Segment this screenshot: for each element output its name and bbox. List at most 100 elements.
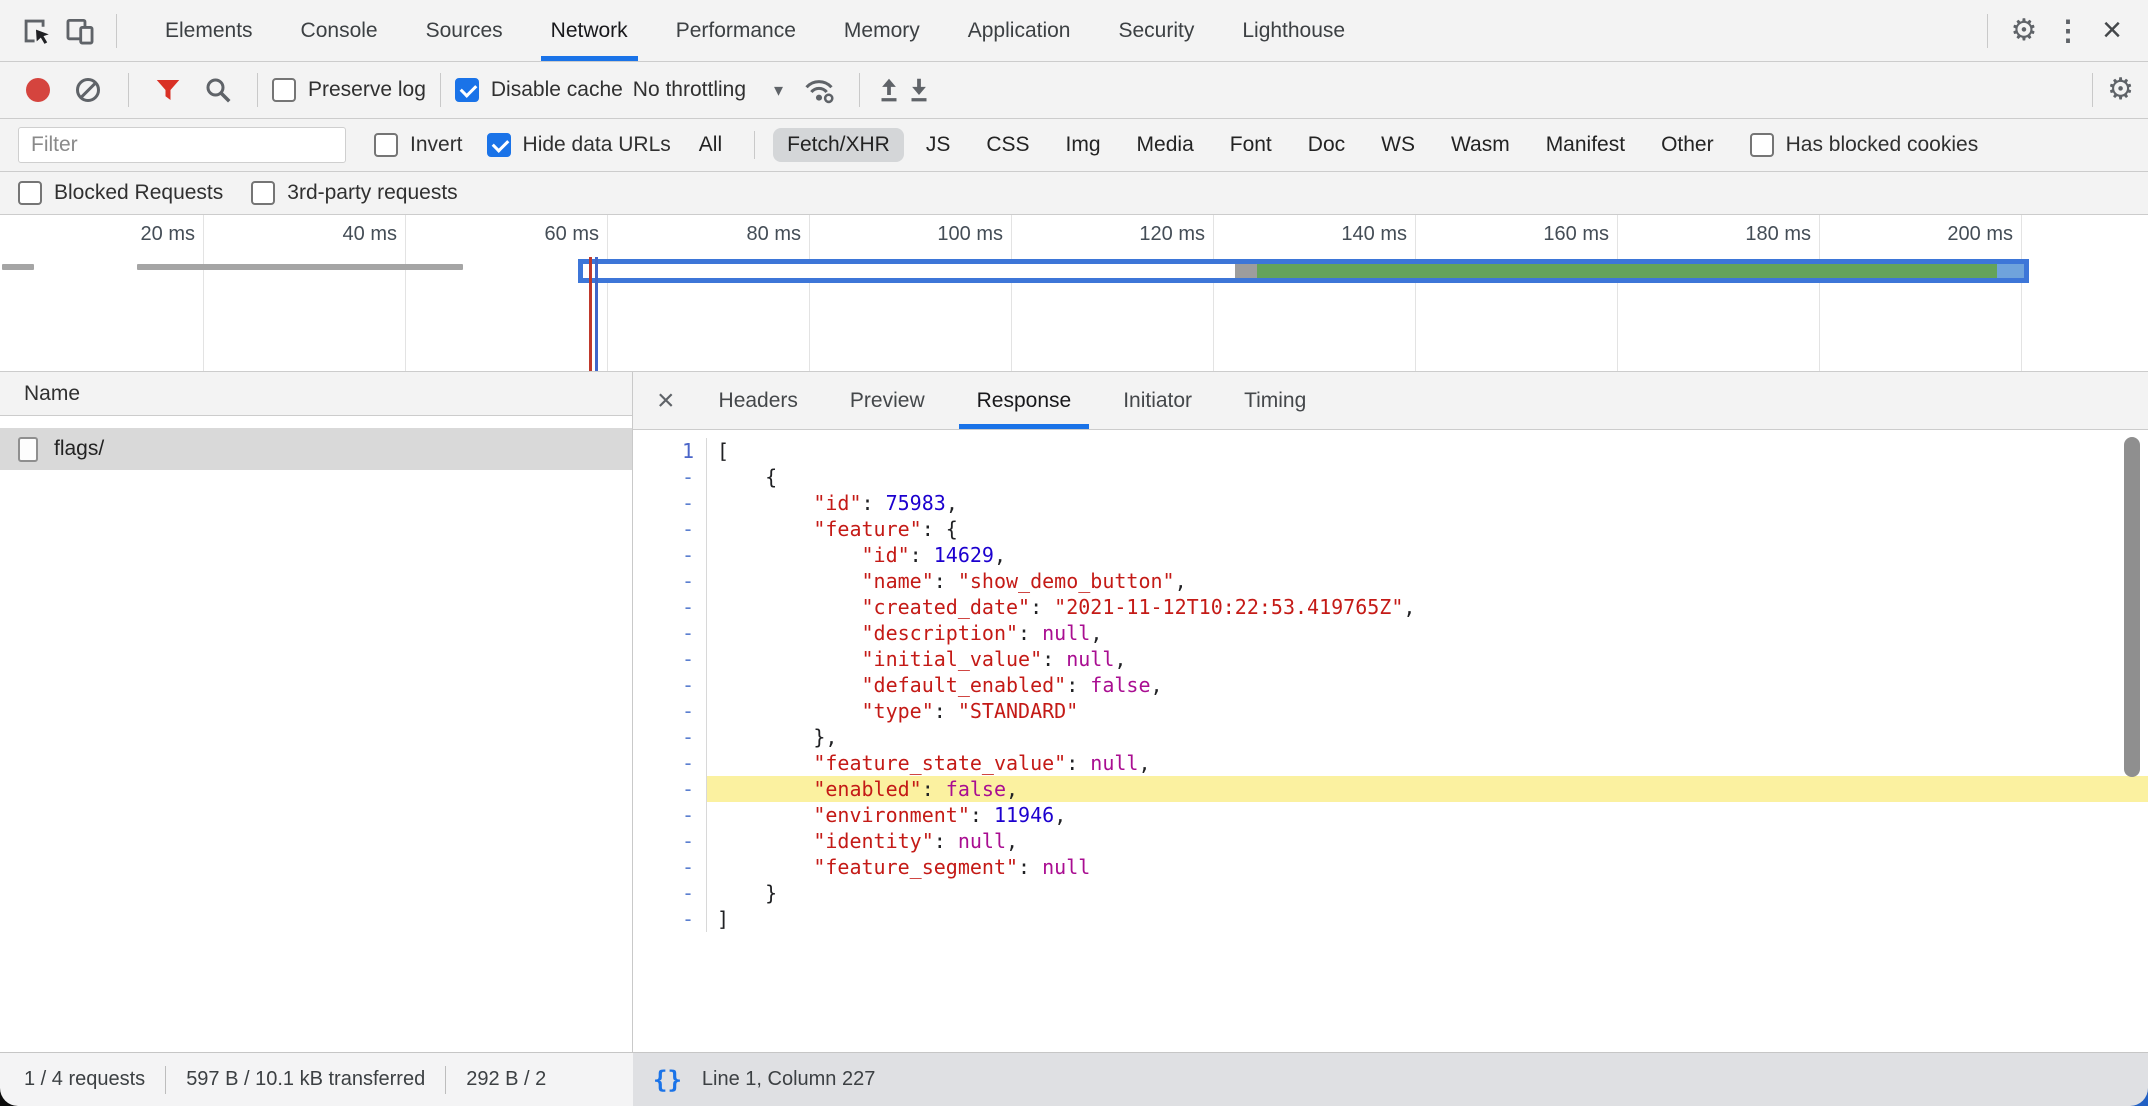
import-har-icon[interactable] (874, 75, 904, 105)
detail-tab-response[interactable]: Response (951, 372, 1098, 429)
network-settings-gear-icon[interactable]: ⚙︎ (2107, 75, 2134, 105)
throttling-value: No throttling (633, 78, 746, 102)
type-filter-all[interactable]: All (685, 128, 736, 162)
close-details-icon[interactable]: × (639, 384, 693, 418)
type-filter-doc[interactable]: Doc (1294, 128, 1359, 162)
hide-data-urls-checkbox[interactable] (487, 133, 511, 157)
type-filter-wasm[interactable]: Wasm (1437, 128, 1524, 162)
request-overview-bar[interactable] (137, 264, 463, 270)
third-party-checkbox[interactable] (251, 181, 275, 205)
code-text: "environment": 11946, (707, 802, 2148, 828)
code-text: [ (707, 438, 2148, 464)
ruler-gridline (1011, 215, 1012, 371)
chevron-down-icon: ▾ (774, 80, 783, 101)
code-line: - "description": null, (633, 620, 2148, 646)
code-text: "name": "show_demo_button", (707, 568, 2148, 594)
type-filter-css[interactable]: CSS (972, 128, 1043, 162)
type-filter-media[interactable]: Media (1123, 128, 1208, 162)
preserve-log-checkbox[interactable] (272, 78, 296, 102)
tab-elements[interactable]: Elements (141, 0, 277, 61)
has-blocked-cookies-checkbox[interactable] (1750, 133, 1774, 157)
export-har-icon[interactable] (904, 75, 934, 105)
code-text: { (707, 464, 2148, 490)
code-text: "type": "STANDARD" (707, 698, 2148, 724)
request-row-flags[interactable]: flags/ (0, 428, 632, 470)
selected-request-waterfall-bar[interactable] (578, 259, 2029, 283)
code-line: - }, (633, 724, 2148, 750)
close-devtools-icon[interactable]: × (2090, 9, 2134, 53)
type-filter-font[interactable]: Font (1216, 128, 1286, 162)
tab-security[interactable]: Security (1094, 0, 1218, 61)
ruler-gridline (1415, 215, 1416, 371)
filter-input[interactable] (18, 127, 346, 163)
disable-cache-checkbox[interactable] (455, 78, 479, 102)
tab-performance[interactable]: Performance (652, 0, 820, 61)
code-line: - "name": "show_demo_button", (633, 568, 2148, 594)
type-filter-manifest[interactable]: Manifest (1532, 128, 1639, 162)
tab-memory[interactable]: Memory (820, 0, 944, 61)
main-tabbar: ElementsConsoleSourcesNetworkPerformance… (0, 0, 2148, 62)
search-icon[interactable] (193, 75, 243, 105)
ruler-gridline (2021, 215, 2022, 371)
network-conditions-icon[interactable] (793, 73, 845, 107)
blocked-requests-checkbox[interactable] (18, 181, 42, 205)
type-filter-fetch-xhr[interactable]: Fetch/XHR (773, 128, 904, 162)
cursor-position: Line 1, Column 227 (702, 1068, 875, 1091)
inspect-element-icon[interactable] (14, 9, 58, 53)
throttling-select[interactable]: No throttling ▾ (633, 78, 783, 102)
invert-checkbox[interactable] (374, 133, 398, 157)
fold-marker: - (633, 594, 707, 620)
more-options-icon[interactable]: ⋮ (2046, 9, 2090, 53)
tab-sources[interactable]: Sources (402, 0, 527, 61)
code-text: "feature_segment": null (707, 854, 2148, 880)
name-column-header[interactable]: Name (0, 372, 632, 416)
detail-tab-preview[interactable]: Preview (824, 372, 951, 429)
code-text: ] (707, 906, 2148, 932)
type-filter-ws[interactable]: WS (1367, 128, 1429, 162)
fold-marker: - (633, 620, 707, 646)
tab-application[interactable]: Application (944, 0, 1095, 61)
detail-tabbar: × HeadersPreviewResponseInitiatorTiming (633, 372, 2148, 430)
code-text: "initial_value": null, (707, 646, 2148, 672)
type-filter-img[interactable]: Img (1052, 128, 1115, 162)
timeline-overview[interactable]: 20 ms40 ms60 ms80 ms100 ms120 ms140 ms16… (0, 215, 2148, 372)
type-filter-js[interactable]: JS (912, 128, 965, 162)
tab-lighthouse[interactable]: Lighthouse (1218, 0, 1369, 61)
tab-network[interactable]: Network (527, 0, 652, 61)
clear-network-log-icon[interactable] (76, 78, 100, 102)
ruler-tick-label: 200 ms (1863, 223, 2013, 246)
device-toolbar-icon[interactable] (58, 9, 102, 53)
code-line: - "enabled": false, (633, 776, 2148, 802)
code-text: "default_enabled": false, (707, 672, 2148, 698)
divider (257, 73, 258, 107)
vertical-scrollbar[interactable] (2124, 437, 2140, 777)
hide-data-urls-label: Hide data URLs (523, 133, 671, 157)
devtools-window: ElementsConsoleSourcesNetworkPerformance… (0, 0, 2148, 1106)
code-line: - "initial_value": null, (633, 646, 2148, 672)
fold-marker: - (633, 464, 707, 490)
detail-tab-timing[interactable]: Timing (1218, 372, 1332, 429)
pretty-print-icon[interactable]: {} (653, 1066, 682, 1094)
waterfall-segment (583, 264, 1235, 278)
ruler-gridline (1617, 215, 1618, 371)
detail-tab-initiator[interactable]: Initiator (1097, 372, 1218, 429)
fold-marker: - (633, 880, 707, 906)
code-text: "created_date": "2021-11-12T10:22:53.419… (707, 594, 2148, 620)
ruler-gridline (809, 215, 810, 371)
fold-marker: - (633, 490, 707, 516)
request-overview-bar[interactable] (2, 264, 34, 270)
name-header-label: Name (24, 382, 80, 406)
code-line: - "identity": null, (633, 828, 2148, 854)
response-body-viewer[interactable]: 1[- {- "id": 75983,- "feature": {- "id":… (633, 430, 2148, 1052)
fold-marker: - (633, 828, 707, 854)
tab-console[interactable]: Console (277, 0, 402, 61)
detail-tab-headers[interactable]: Headers (693, 372, 824, 429)
has-blocked-cookies-label: Has blocked cookies (1786, 133, 1979, 157)
type-filter-other[interactable]: Other (1647, 128, 1728, 162)
ruler-tick-label: 180 ms (1661, 223, 1811, 246)
blocked-requests-bar: Blocked Requests 3rd-party requests (0, 172, 2148, 215)
filter-funnel-icon[interactable] (143, 75, 193, 105)
record-network-log-button[interactable] (26, 78, 50, 102)
settings-gear-icon[interactable]: ⚙︎ (2002, 9, 2046, 53)
divider (754, 131, 755, 159)
